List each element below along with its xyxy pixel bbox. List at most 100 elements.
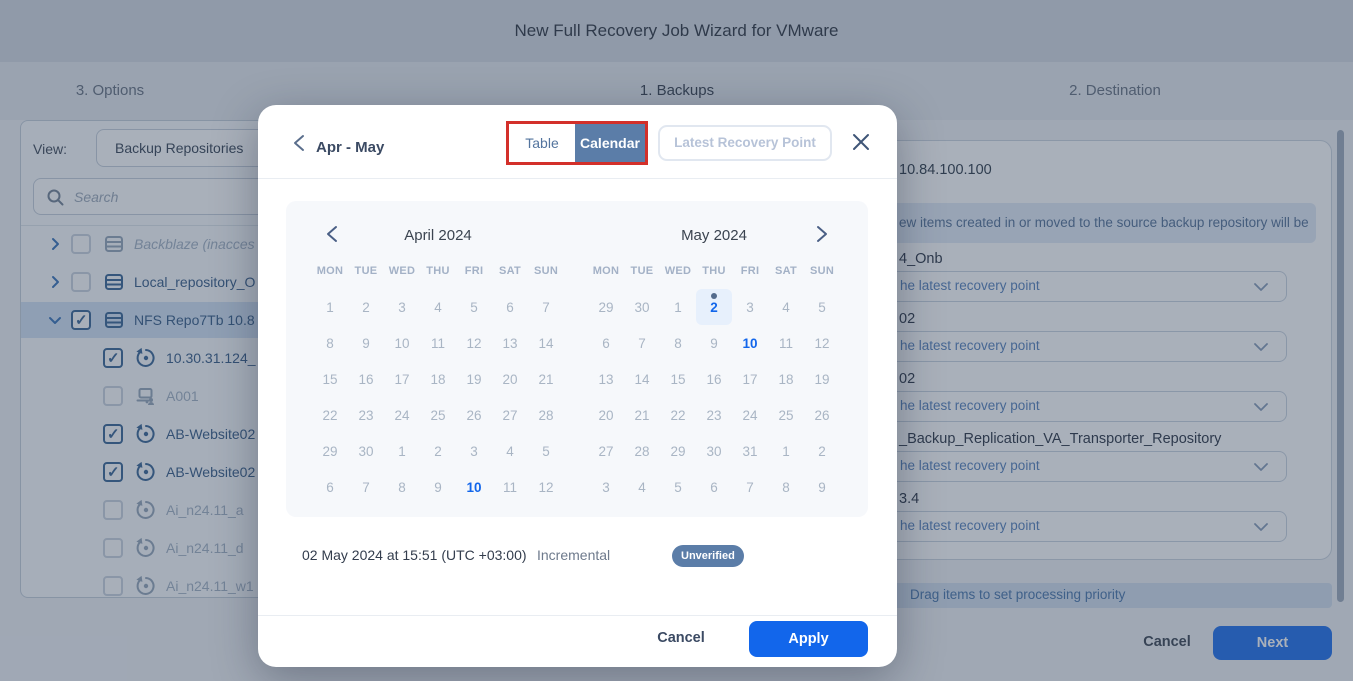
day-cell[interactable]: 10 xyxy=(384,325,420,361)
day-cell[interactable]: 30 xyxy=(696,433,732,469)
day-cell[interactable]: 5 xyxy=(660,469,696,505)
day-cell[interactable]: 1 xyxy=(312,289,348,325)
day-cell[interactable]: 7 xyxy=(624,325,660,361)
weekday-label: MON xyxy=(312,259,348,283)
day-cell[interactable]: 19 xyxy=(804,361,840,397)
day-cell[interactable]: 6 xyxy=(312,469,348,505)
day-cell[interactable]: 3 xyxy=(732,289,768,325)
day-cell[interactable]: 28 xyxy=(528,397,564,433)
day-cell[interactable]: 14 xyxy=(624,361,660,397)
day-cell[interactable]: 5 xyxy=(804,289,840,325)
day-cell[interactable]: 12 xyxy=(456,325,492,361)
day-cell[interactable]: 2 xyxy=(804,433,840,469)
day-cell[interactable]: 14 xyxy=(528,325,564,361)
day-cell[interactable]: 3 xyxy=(456,433,492,469)
weekday-label: MON xyxy=(588,259,624,283)
day-cell[interactable]: 29 xyxy=(588,289,624,325)
day-cell[interactable]: 1 xyxy=(768,433,804,469)
day-cell[interactable]: 1 xyxy=(660,289,696,325)
day-cell[interactable]: 2 xyxy=(348,289,384,325)
close-icon[interactable] xyxy=(852,133,870,151)
day-cell[interactable]: 29 xyxy=(660,433,696,469)
day-cell[interactable]: 20 xyxy=(492,361,528,397)
day-cell[interactable]: 20 xyxy=(588,397,624,433)
day-cell[interactable]: 3 xyxy=(588,469,624,505)
day-cell[interactable]: 9 xyxy=(420,469,456,505)
day-cell[interactable]: 8 xyxy=(660,325,696,361)
day-cell[interactable]: 23 xyxy=(348,397,384,433)
day-cell[interactable]: 25 xyxy=(768,397,804,433)
day-cell[interactable]: 6 xyxy=(492,289,528,325)
day-cell[interactable]: 4 xyxy=(492,433,528,469)
day-cell[interactable]: 13 xyxy=(492,325,528,361)
day-cell[interactable]: 21 xyxy=(528,361,564,397)
day-cell[interactable]: 23 xyxy=(696,397,732,433)
day-cell[interactable]: 11 xyxy=(492,469,528,505)
day-cell[interactable]: 8 xyxy=(768,469,804,505)
day-cell[interactable]: 5 xyxy=(528,433,564,469)
modal-apply-button[interactable]: Apply xyxy=(749,621,868,657)
day-cell[interactable]: 24 xyxy=(384,397,420,433)
day-cell[interactable]: 4 xyxy=(420,289,456,325)
day-cell[interactable]: 9 xyxy=(696,325,732,361)
day-cell[interactable]: 16 xyxy=(348,361,384,397)
day-cell[interactable]: 24 xyxy=(732,397,768,433)
day-cell[interactable]: 22 xyxy=(660,397,696,433)
day-cell[interactable]: 12 xyxy=(804,325,840,361)
day-cell[interactable]: 15 xyxy=(312,361,348,397)
day-cell[interactable]: 30 xyxy=(348,433,384,469)
day-cell[interactable]: 6 xyxy=(696,469,732,505)
modal-cancel-button[interactable]: Cancel xyxy=(651,630,711,646)
day-cell[interactable]: 1 xyxy=(384,433,420,469)
day-cell[interactable]: 9 xyxy=(348,325,384,361)
day-cell[interactable]: 7 xyxy=(528,289,564,325)
day-cell[interactable]: 17 xyxy=(732,361,768,397)
day-cell[interactable]: 28 xyxy=(624,433,660,469)
day-grid: 2930123456789101112131415161718192021222… xyxy=(588,289,840,505)
day-cell[interactable]: 8 xyxy=(384,469,420,505)
day-cell[interactable]: 12 xyxy=(528,469,564,505)
weekday-label: THU xyxy=(696,259,732,283)
day-cell[interactable]: 29 xyxy=(312,433,348,469)
day-cell[interactable]: 30 xyxy=(624,289,660,325)
day-cell[interactable]: 2 xyxy=(696,289,732,325)
day-cell[interactable]: 2 xyxy=(420,433,456,469)
day-cell[interactable]: 26 xyxy=(456,397,492,433)
day-cell[interactable]: 10 xyxy=(732,325,768,361)
day-cell[interactable]: 31 xyxy=(732,433,768,469)
latest-recovery-point-button[interactable]: Latest Recovery Point xyxy=(658,125,832,161)
day-grid: 1234567891011121314151617181920212223242… xyxy=(312,289,564,505)
day-cell[interactable]: 9 xyxy=(804,469,840,505)
back-chevron-icon[interactable] xyxy=(291,134,309,152)
day-cell[interactable]: 25 xyxy=(420,397,456,433)
day-cell[interactable]: 10 xyxy=(456,469,492,505)
day-cell[interactable]: 26 xyxy=(804,397,840,433)
day-cell[interactable]: 18 xyxy=(768,361,804,397)
day-cell[interactable]: 6 xyxy=(588,325,624,361)
day-cell[interactable]: 27 xyxy=(492,397,528,433)
day-cell[interactable]: 13 xyxy=(588,361,624,397)
day-cell[interactable]: 11 xyxy=(420,325,456,361)
day-cell[interactable]: 5 xyxy=(456,289,492,325)
day-cell[interactable]: 22 xyxy=(312,397,348,433)
day-cell[interactable]: 21 xyxy=(624,397,660,433)
day-cell[interactable]: 4 xyxy=(624,469,660,505)
day-cell[interactable]: 7 xyxy=(732,469,768,505)
table-view-button[interactable]: Table xyxy=(509,124,575,162)
modal-footer-divider xyxy=(258,615,897,616)
day-cell[interactable]: 19 xyxy=(456,361,492,397)
wizard-window: New Full Recovery Job Wizard for VMware … xyxy=(0,0,1353,681)
recovery-point-datetime: 02 May 2024 at 15:51 (UTC +03:00) xyxy=(302,547,527,563)
day-cell[interactable]: 15 xyxy=(660,361,696,397)
month-title: May 2024 xyxy=(588,227,840,244)
day-cell[interactable]: 17 xyxy=(384,361,420,397)
day-cell[interactable]: 7 xyxy=(348,469,384,505)
day-cell[interactable]: 11 xyxy=(768,325,804,361)
day-cell[interactable]: 8 xyxy=(312,325,348,361)
day-cell[interactable]: 18 xyxy=(420,361,456,397)
day-cell[interactable]: 27 xyxy=(588,433,624,469)
day-cell[interactable]: 4 xyxy=(768,289,804,325)
calendar-view-button[interactable]: Calendar xyxy=(575,124,645,162)
day-cell[interactable]: 3 xyxy=(384,289,420,325)
day-cell[interactable]: 16 xyxy=(696,361,732,397)
